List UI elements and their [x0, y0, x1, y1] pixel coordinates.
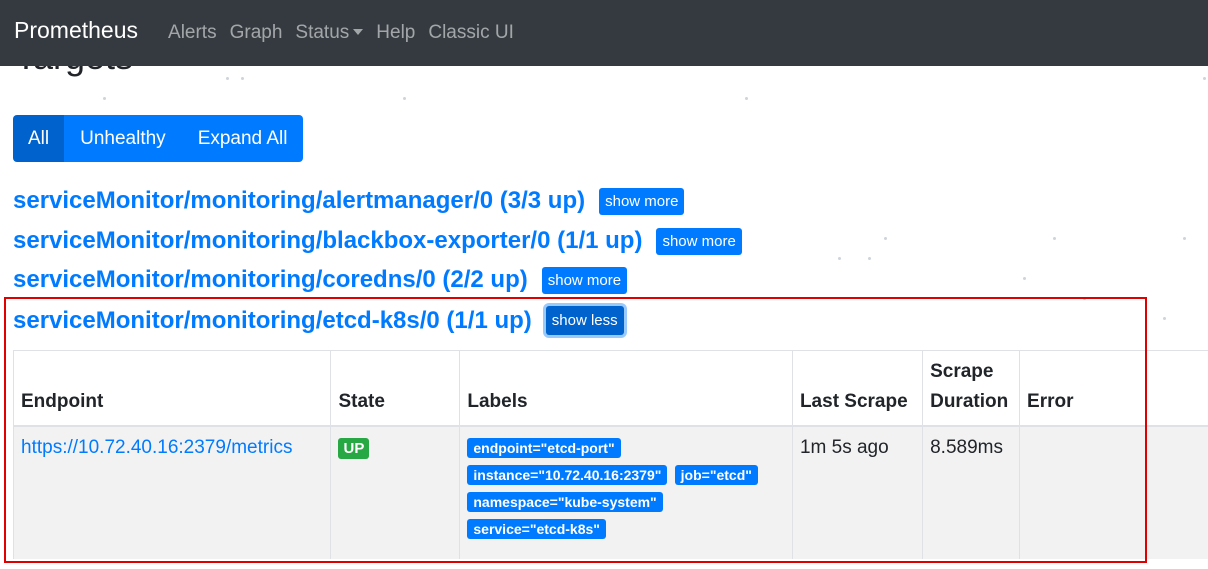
filter-unhealthy-button[interactable]: Unhealthy	[64, 115, 182, 162]
labels-cell: endpoint="etcd-port" instance="10.72.40.…	[459, 426, 793, 559]
target-pool-coredns: serviceMonitor/monitoring/coredns/0 (2/2…	[13, 266, 628, 294]
label-badge-namespace: namespace="kube-system"	[467, 492, 663, 512]
filter-all-button[interactable]: All	[13, 115, 65, 162]
nav-classic-ui[interactable]: Classic UI	[428, 22, 514, 44]
pool-title[interactable]: serviceMonitor/monitoring/alertmanager/0…	[13, 187, 585, 215]
pool-title[interactable]: serviceMonitor/monitoring/blackbox-expor…	[13, 227, 642, 255]
column-header-duration-line: Duration	[930, 391, 1009, 412]
top-navbar: Prometheus Alerts Graph Status Help Clas…	[0, 0, 1208, 66]
pool-title[interactable]: serviceMonitor/monitoring/coredns/0 (2/2…	[13, 266, 528, 294]
column-header-error: Error	[1019, 350, 1208, 427]
state-cell: UP	[330, 426, 460, 559]
show-more-button[interactable]: show more	[599, 187, 685, 215]
nav-alerts[interactable]: Alerts	[168, 22, 217, 44]
label-badge-endpoint: endpoint="etcd-port"	[467, 438, 621, 458]
scrape-duration-cell: 8.589ms	[922, 426, 1020, 559]
last-scrape-cell: 1m 5s ago	[791, 426, 923, 559]
nav-status-dropdown[interactable]: Status	[295, 22, 364, 44]
show-more-button[interactable]: show more	[656, 227, 742, 255]
column-header-labels: Labels	[459, 350, 793, 427]
nav-help[interactable]: Help	[376, 22, 415, 44]
target-pool-etcd-k8s: serviceMonitor/monitoring/etcd-k8s/0 (1/…	[13, 306, 624, 335]
target-pool-alertmanager: serviceMonitor/monitoring/alertmanager/0…	[13, 187, 685, 215]
pool-title[interactable]: serviceMonitor/monitoring/etcd-k8s/0 (1/…	[13, 307, 532, 335]
brand-logo[interactable]: Prometheus	[14, 17, 138, 44]
label-badge-service: service="etcd-k8s"	[467, 519, 606, 539]
filter-button-group: All Unhealthy Expand All	[13, 115, 304, 162]
column-header-scrape-line: Scrape	[930, 361, 994, 382]
nav-status-label: Status	[295, 22, 350, 43]
table-header-row: Endpoint State Labels Last Scrape Scrape…	[12, 350, 1208, 427]
column-header-endpoint: Endpoint	[12, 350, 331, 427]
show-less-button[interactable]: show less	[545, 306, 624, 335]
column-header-last-scrape: Last Scrape	[791, 350, 923, 427]
column-header-state: State	[330, 350, 460, 427]
endpoint-link[interactable]: https://10.72.40.16:2379/metrics	[21, 437, 292, 458]
label-badge-job: job="etcd"	[674, 465, 758, 485]
expand-all-button[interactable]: Expand All	[181, 115, 304, 162]
label-badge-instance: instance="10.72.40.16:2379"	[467, 465, 668, 485]
endpoint-cell: https://10.72.40.16:2379/metrics	[12, 426, 331, 559]
table-row: https://10.72.40.16:2379/metrics UP endp…	[12, 426, 1208, 559]
error-cell	[1019, 426, 1208, 559]
chevron-down-icon	[353, 29, 364, 35]
nav-graph[interactable]: Graph	[230, 22, 283, 44]
column-header-scrape-duration: Scrape Duration	[922, 350, 1020, 427]
state-badge: UP	[338, 438, 370, 459]
target-pool-blackbox-exporter: serviceMonitor/monitoring/blackbox-expor…	[13, 227, 742, 255]
targets-table: Endpoint State Labels Last Scrape Scrape…	[12, 350, 1208, 559]
show-more-button[interactable]: show more	[541, 266, 628, 294]
